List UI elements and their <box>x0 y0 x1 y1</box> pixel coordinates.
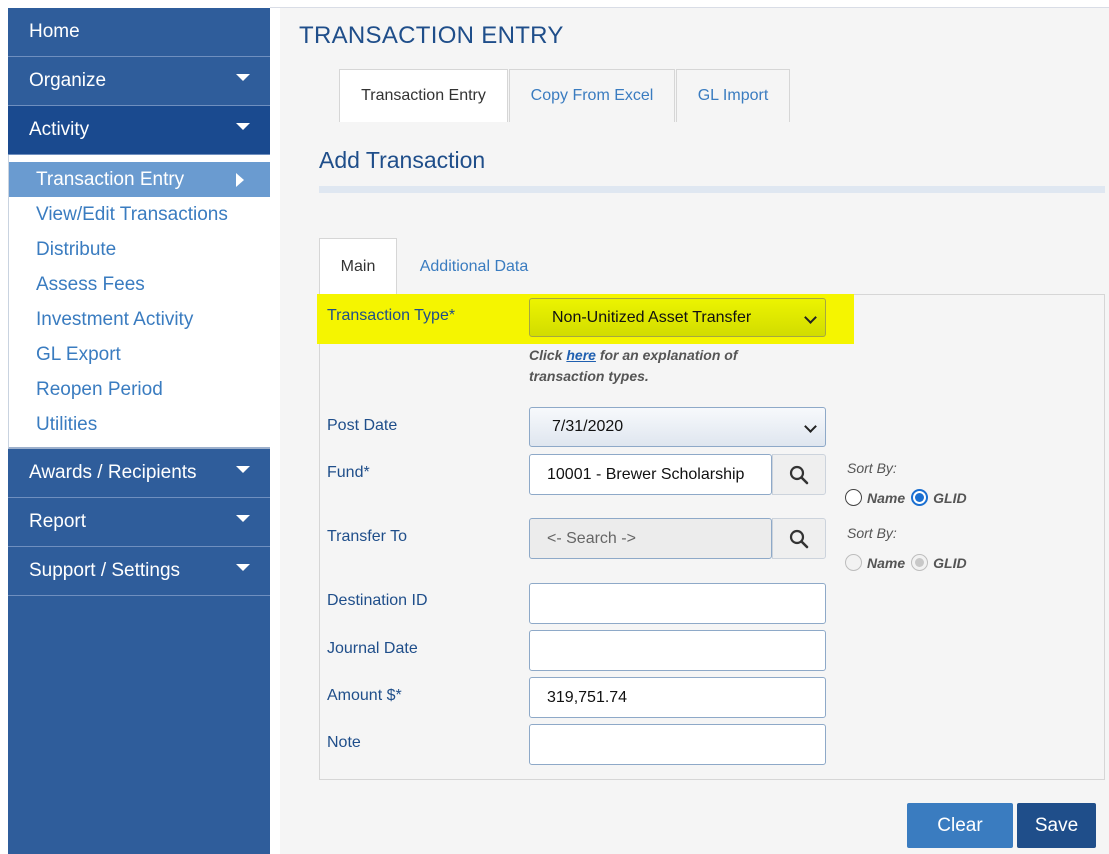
section-title: Add Transaction <box>319 147 486 173</box>
sidebar-item-assess-fees[interactable]: Assess Fees <box>9 267 270 302</box>
nav-support-label: Support / Settings <box>29 560 181 581</box>
fund-sort-name-label: Name <box>867 489 906 506</box>
clear-button[interactable]: Clear <box>907 803 1013 848</box>
amount-label: Amount $* <box>327 687 402 704</box>
sidebar-item-utilities[interactable]: Utilities <box>9 407 270 442</box>
transfer-sort-glid-label: GLID <box>933 554 967 571</box>
fund-search-button[interactable] <box>772 454 826 495</box>
destination-id-label: Destination ID <box>327 592 428 609</box>
main-content: TRANSACTION ENTRY Transaction Entry Copy… <box>280 8 1109 854</box>
chevron-down-icon <box>804 420 817 433</box>
transfer-to-search-button[interactable] <box>772 518 826 559</box>
amount-input[interactable]: 319,751.74 <box>529 677 826 718</box>
nav-report-label: Report <box>29 511 87 532</box>
sidebar-item-view-edit-transactions[interactable]: View/Edit Transactions <box>9 197 270 232</box>
nav-activity[interactable]: Activity <box>8 106 270 155</box>
tab-main[interactable]: Main <box>319 238 397 295</box>
fund-label: Fund* <box>327 464 370 481</box>
nav-report[interactable]: Report <box>8 498 270 547</box>
search-icon <box>789 465 809 484</box>
sidebar-item-label: Assess Fees <box>36 273 145 295</box>
sidebar-item-distribute[interactable]: Distribute <box>9 232 270 267</box>
nav-support-settings[interactable]: Support / Settings <box>8 547 270 596</box>
caret-down-icon <box>236 122 250 130</box>
save-button[interactable]: Save <box>1017 803 1096 848</box>
nav-activity-label: Activity <box>29 119 90 140</box>
fund-sort-glid-label: GLID <box>933 489 967 506</box>
tab-copy-from-excel[interactable]: Copy From Excel <box>509 69 675 122</box>
transfer-to-placeholder: <- Search -> <box>547 529 636 547</box>
fund-sort-options: Name GLID <box>845 489 967 506</box>
page-tabs: Transaction Entry Copy From Excel GL Imp… <box>339 69 791 122</box>
post-date-label: Post Date <box>327 417 398 434</box>
sidebar-item-gl-export[interactable]: GL Export <box>9 337 270 372</box>
tab-additional-data[interactable]: Additional Data <box>397 238 551 295</box>
transfer-sort-label: Sort By: <box>847 525 897 541</box>
fund-sort-label: Sort By: <box>847 460 897 476</box>
page-title: TRANSACTION ENTRY <box>299 22 564 49</box>
caret-down-icon <box>236 563 250 571</box>
transfer-sort-options: Name GLID <box>845 554 967 571</box>
fund-sort-name-radio[interactable] <box>845 489 862 506</box>
transaction-type-label: Transaction Type* <box>327 307 456 324</box>
destination-id-input[interactable] <box>529 583 826 624</box>
sidebar-item-transaction-entry[interactable]: Transaction Entry <box>9 162 270 197</box>
nav-home-label: Home <box>29 21 80 42</box>
journal-date-label: Journal Date <box>327 640 418 657</box>
sidebar-item-reopen-period[interactable]: Reopen Period <box>9 372 270 407</box>
transaction-type-value: Non-Unitized Asset Transfer <box>552 308 752 326</box>
caret-right-icon <box>236 172 244 187</box>
sidebar-item-label: Reopen Period <box>36 378 163 400</box>
activity-submenu: Transaction Entry View/Edit Transactions… <box>8 155 270 449</box>
note-input[interactable] <box>529 724 826 765</box>
note-label: Note <box>327 734 361 751</box>
section-divider <box>319 186 1105 193</box>
journal-date-input[interactable] <box>529 630 826 671</box>
amount-value: 319,751.74 <box>547 688 628 706</box>
chevron-down-icon <box>804 311 817 324</box>
post-date-value: 7/31/2020 <box>552 418 624 435</box>
transfer-to-label: Transfer To <box>327 528 408 545</box>
transaction-type-hint: Click here for an explanation of transac… <box>529 345 769 387</box>
form-tabs: Main Additional Data <box>319 238 551 295</box>
fund-sort-glid-radio[interactable] <box>911 489 929 506</box>
nav-organize-label: Organize <box>29 70 107 91</box>
caret-down-icon <box>236 514 250 522</box>
nav-awards-label: Awards / Recipients <box>29 462 197 483</box>
fund-input[interactable]: 10001 - Brewer Scholarship <box>529 454 772 495</box>
transfer-to-input[interactable]: <- Search -> <box>529 518 772 559</box>
transfer-sort-name-label: Name <box>867 554 906 571</box>
post-date-select[interactable]: 7/31/2020 <box>529 407 826 447</box>
fund-value: 10001 - Brewer Scholarship <box>547 465 745 483</box>
caret-down-icon <box>236 73 250 81</box>
sidebar-item-label: View/Edit Transactions <box>36 203 228 225</box>
transaction-type-select[interactable]: Non-Unitized Asset Transfer <box>529 298 826 337</box>
sidebar-item-label: Distribute <box>36 238 117 260</box>
sidebar-item-label: Transaction Entry <box>36 168 185 190</box>
sidebar-item-investment-activity[interactable]: Investment Activity <box>9 302 270 337</box>
transfer-sort-glid-radio[interactable] <box>911 554 929 571</box>
sidebar-item-label: GL Export <box>36 343 121 365</box>
hint-link[interactable]: here <box>566 347 596 363</box>
sidebar-item-label: Utilities <box>36 413 98 435</box>
search-icon <box>789 529 809 548</box>
tab-gl-import[interactable]: GL Import <box>676 69 790 122</box>
hint-prefix: Click <box>529 347 563 363</box>
tab-transaction-entry[interactable]: Transaction Entry <box>339 69 508 122</box>
nav-organize[interactable]: Organize <box>8 57 270 106</box>
transfer-sort-name-radio[interactable] <box>845 554 862 571</box>
sidebar-item-label: Investment Activity <box>36 308 194 330</box>
sidebar: Home Organize Activity Transaction Entry… <box>8 8 270 854</box>
caret-down-icon <box>236 465 250 473</box>
nav-awards-recipients[interactable]: Awards / Recipients <box>8 449 270 498</box>
nav-home[interactable]: Home <box>8 8 270 57</box>
